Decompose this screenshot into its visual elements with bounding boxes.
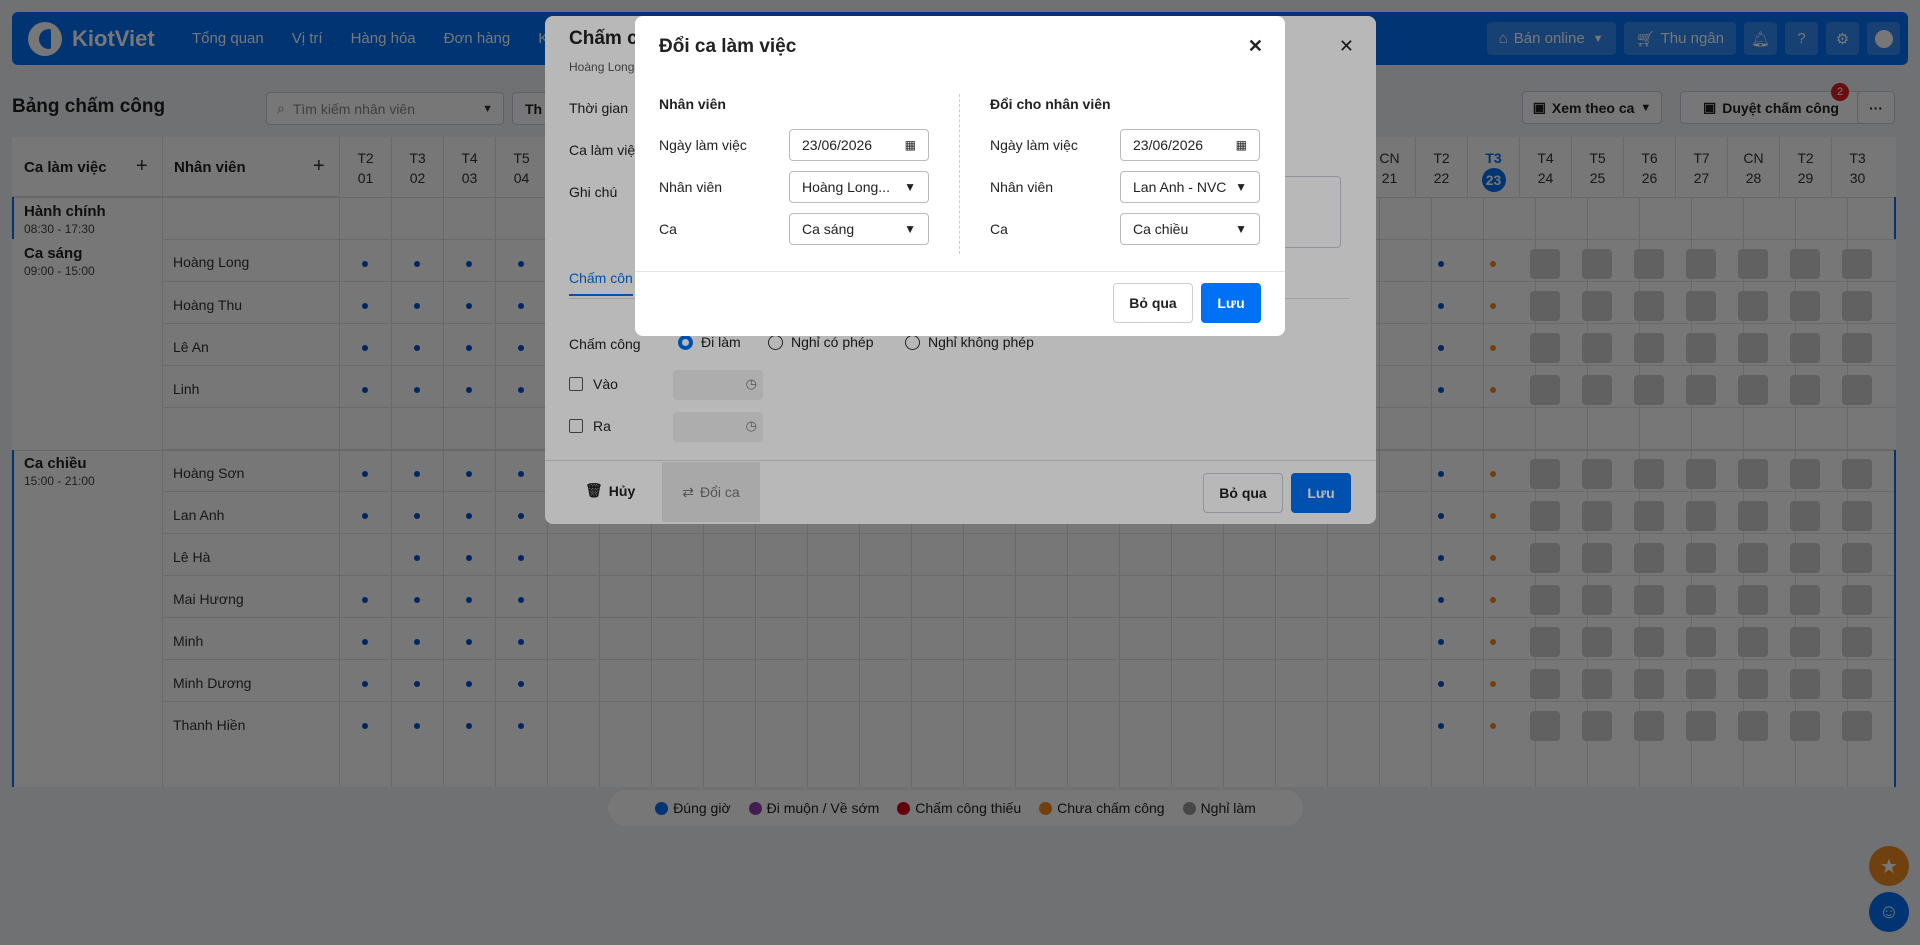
swap-shift-modal: Đổi ca làm việc ✕ Nhân viên Ngày làm việ…: [635, 16, 1285, 336]
modal-title: Đổi ca làm việc: [659, 36, 797, 57]
employee-label: Nhân viên: [659, 179, 723, 195]
chevron-down-icon: ▼: [1235, 222, 1247, 236]
employee-label: Nhân viên: [990, 179, 1054, 195]
date-label: Ngày làm việc: [990, 137, 1078, 153]
calendar-icon: ▦: [904, 138, 916, 152]
right-heading: Đổi cho nhân viên: [990, 96, 1111, 112]
close-icon[interactable]: ✕: [1248, 36, 1263, 57]
chevron-down-icon: ▼: [904, 180, 916, 194]
right-date-field[interactable]: 23/06/2026 ▦: [1120, 129, 1260, 161]
date-label: Ngày làm việc: [659, 137, 747, 153]
calendar-icon: ▦: [1235, 138, 1247, 152]
left-date-field[interactable]: 23/06/2026 ▦: [789, 129, 929, 161]
left-shift-select[interactable]: Ca sáng ▼: [789, 213, 929, 245]
right-employee-select[interactable]: Lan Anh - NVC ▼: [1120, 171, 1260, 203]
left-employee-select[interactable]: Hoàng Long... ▼: [789, 171, 929, 203]
chevron-down-icon: ▼: [904, 222, 916, 236]
shift-label: Ca: [990, 221, 1008, 237]
chevron-down-icon: ▼: [1235, 180, 1247, 194]
left-heading: Nhân viên: [659, 96, 726, 112]
skip-button[interactable]: Bỏ qua: [1113, 283, 1193, 323]
save-button[interactable]: Lưu: [1201, 283, 1261, 323]
shift-label: Ca: [659, 221, 677, 237]
right-shift-select[interactable]: Ca chiều ▼: [1120, 213, 1260, 245]
